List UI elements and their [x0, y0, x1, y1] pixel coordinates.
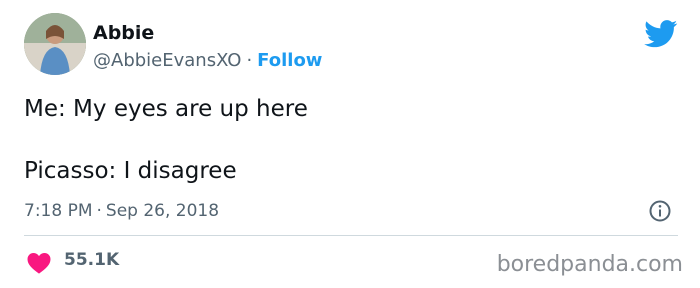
tweet-date: Sep 26, 2018	[105, 201, 220, 221]
author-name[interactable]: Abbie	[93, 22, 154, 44]
author-handle[interactable]: @AbbieEvansXO	[93, 50, 241, 71]
heart-icon[interactable]	[27, 252, 51, 274]
separator-dot: ·	[246, 50, 253, 71]
divider	[24, 235, 678, 236]
handle-row: @AbbieEvansXO · Follow	[93, 50, 322, 71]
follow-button[interactable]: Follow	[257, 50, 322, 71]
like-count[interactable]: 55.1K	[64, 250, 119, 270]
info-icon[interactable]	[648, 199, 672, 223]
tweet-time: 7:18 PM	[24, 201, 93, 221]
timestamp[interactable]: 7:18 PM · Sep 26, 2018	[24, 201, 219, 221]
tweet-text-line-1: Me: My eyes are up here	[24, 96, 308, 122]
timestamp-separator: ·	[96, 201, 102, 221]
avatar[interactable]	[24, 13, 86, 75]
tweet-text-line-2: Picasso: I disagree	[24, 158, 237, 184]
avatar-photo	[24, 13, 86, 75]
twitter-bird-icon[interactable]	[644, 20, 678, 48]
watermark: boredpanda.com	[496, 252, 683, 277]
